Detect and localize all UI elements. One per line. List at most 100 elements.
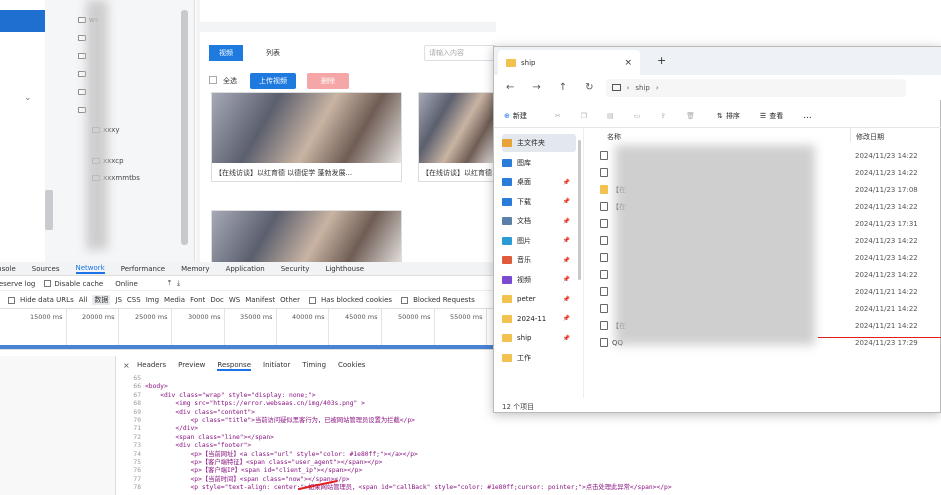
filter-blocked-cookies[interactable]: Has blocked cookies — [321, 296, 392, 304]
tab-timing[interactable]: Timing — [302, 361, 326, 371]
tab-initiator[interactable]: Initiator — [263, 361, 290, 371]
breadcrumb-item[interactable]: ship — [635, 84, 649, 92]
filter-font[interactable]: Font — [190, 296, 205, 304]
column-divider[interactable] — [850, 128, 851, 142]
tab-console[interactable]: Console — [0, 265, 16, 273]
file-icon — [600, 168, 608, 177]
filter-all[interactable]: All — [79, 296, 88, 304]
delete-icon[interactable]: 🗑 — [686, 112, 695, 120]
view-icon[interactable]: ☰ — [760, 112, 766, 120]
delete-button[interactable]: 删除 — [307, 73, 349, 89]
paste-icon[interactable]: ▤ — [607, 112, 614, 120]
filter-js[interactable]: JS — [115, 296, 122, 304]
timeline-tick: 45000 ms — [345, 313, 378, 321]
request-list — [0, 356, 116, 495]
download-icon[interactable]: ⤓ — [177, 279, 180, 288]
folder-icon — [78, 53, 86, 59]
sort-icon[interactable]: ⇅ — [717, 112, 723, 120]
status-bar: 12 个项目 — [502, 403, 535, 411]
filter-bar: Hide data URLs All 数据 JS CSS Img Media F… — [0, 293, 496, 307]
selection-underline — [818, 337, 941, 338]
tab-cookies[interactable]: Cookies — [338, 361, 365, 371]
tab-sources[interactable]: Sources — [32, 265, 60, 273]
file-date: 2024/11/23 17:08 — [855, 185, 918, 194]
close-icon[interactable]: × — [123, 361, 130, 370]
forward-icon[interactable]: → — [532, 82, 540, 93]
blocked-cookies-checkbox[interactable] — [308, 296, 316, 304]
filter-media[interactable]: Media — [164, 296, 185, 304]
file-date: 2024/11/23 14:22 — [855, 168, 918, 177]
rename-icon[interactable]: ▭ — [634, 112, 641, 120]
timeline-gridline — [486, 309, 487, 349]
tab-memory[interactable]: Memory — [181, 265, 209, 273]
more-button[interactable]: ... — [803, 111, 812, 121]
search-input[interactable]: 请输入内容 — [424, 45, 496, 61]
tab-network[interactable]: Network — [75, 264, 105, 274]
blocked-requests-checkbox[interactable] — [401, 296, 409, 304]
timeline-tick: 55000 ms — [450, 313, 483, 321]
back-icon[interactable]: ← — [506, 82, 514, 93]
collapse-handle[interactable] — [45, 190, 53, 230]
folder-icon — [78, 71, 86, 77]
filter-manifest[interactable]: Manifest — [245, 296, 275, 304]
copy-icon[interactable]: ❐ — [581, 112, 587, 120]
response-code[interactable]: 65 66 <body> 67 <div class="wrap" style="di… — [117, 374, 672, 495]
filter-ws[interactable]: WS — [229, 296, 240, 304]
tab-lighthouse[interactable]: Lighthouse — [325, 265, 364, 273]
upload-icon[interactable]: ⤒ — [168, 279, 171, 288]
preserve-log-label[interactable]: Preserve log — [0, 280, 35, 288]
tab-security[interactable]: Security — [281, 265, 310, 273]
tab-application[interactable]: Application — [226, 265, 265, 273]
tab-response[interactable]: Response — [217, 361, 252, 371]
file-icon — [600, 321, 608, 330]
column-name-header[interactable]: 名称 — [607, 132, 621, 142]
video-thumbnail — [212, 211, 401, 266]
hide-data-urls-checkbox[interactable] — [8, 296, 15, 304]
chevron-down-icon[interactable]: ⌄ — [24, 93, 32, 103]
disable-cache-label[interactable]: Disable cache — [54, 280, 103, 288]
folder-icon — [78, 35, 86, 41]
column-date-header[interactable]: 修改日期 — [856, 132, 884, 142]
video-card[interactable]: 【在线访谈】以红育德 以德促学 蓬勃发展... — [211, 92, 402, 182]
filter-hide-data-urls[interactable]: Hide data URLs — [20, 296, 74, 304]
filter-img[interactable]: Img — [146, 296, 159, 304]
timeline-tick: 30000 ms — [188, 313, 221, 321]
filter-css[interactable]: CSS — [127, 296, 141, 304]
throttle-select[interactable]: Online — [115, 280, 138, 288]
tab-list[interactable]: 列表 — [266, 48, 280, 58]
tab-video[interactable]: 视频 — [209, 45, 243, 61]
new-button[interactable]: 新建 — [513, 111, 527, 121]
filter-doc[interactable]: Doc — [210, 296, 224, 304]
filter-other[interactable]: Other — [280, 296, 300, 304]
video-card[interactable] — [211, 210, 402, 266]
sidebar-item-label: 工作 — [517, 353, 531, 362]
file-icon — [600, 253, 608, 262]
cut-icon[interactable]: ✂ — [555, 112, 561, 120]
network-toolbar: Preserve log Disable cache Online ⤒ ⤓ — [0, 277, 496, 291]
disable-cache-checkbox[interactable] — [44, 280, 52, 287]
timeline[interactable]: 15000 ms 20000 ms 25000 ms 30000 ms 35000 ms… — [0, 308, 496, 350]
refresh-icon[interactable]: ↻ — [585, 82, 593, 93]
devtools-tabs: Console Sources Network Performance Memo… — [0, 262, 496, 276]
select-all-checkbox[interactable] — [209, 76, 217, 84]
view-button[interactable]: 查看 — [769, 111, 783, 121]
explorer-tab[interactable]: ship × — [498, 50, 640, 75]
sort-button[interactable]: 排序 — [726, 111, 740, 121]
folder-icon — [502, 353, 512, 362]
left-tree-scroll[interactable] — [0, 0, 45, 262]
new-tab-icon[interactable]: + — [657, 54, 666, 67]
close-icon[interactable]: × — [624, 58, 632, 68]
tab-performance[interactable]: Performance — [121, 265, 165, 273]
up-icon[interactable]: ↑ — [559, 82, 567, 93]
tab-preview[interactable]: Preview — [178, 361, 205, 371]
tab-headers[interactable]: Headers — [137, 361, 166, 371]
breadcrumb[interactable]: › ship › — [605, 78, 906, 97]
scrollbar[interactable] — [181, 10, 188, 245]
video-card[interactable]: 【在线访谈】以红育德 — [418, 92, 496, 182]
new-icon[interactable]: ⊕ — [504, 112, 510, 120]
filter-xhr[interactable]: 数据 — [92, 295, 111, 305]
upload-button[interactable]: 上传视频 — [250, 73, 296, 89]
share-icon[interactable]: ⇪ — [660, 112, 666, 120]
filter-blocked-requests[interactable]: Blocked Requests — [413, 296, 475, 304]
file-date: 2024/11/23 17:29 — [855, 338, 918, 347]
